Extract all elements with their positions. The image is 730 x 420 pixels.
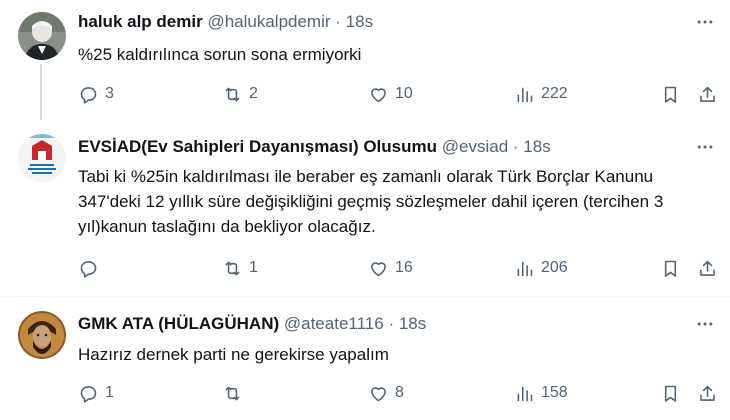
share-icon xyxy=(700,260,715,276)
avatar[interactable] xyxy=(18,12,66,60)
reply-icon xyxy=(80,385,97,403)
more-button[interactable] xyxy=(694,136,716,158)
tweet-header: haluk alp demir @halukalpdemir · 18s xyxy=(78,11,690,33)
like-button[interactable]: 10 xyxy=(368,82,413,106)
more-icon xyxy=(697,20,713,24)
retweet-icon xyxy=(225,261,240,275)
action-bar: 3 2 10 222 xyxy=(0,82,730,106)
display-name[interactable]: GMK ATA (HÜLAGÜHAN) xyxy=(78,314,279,333)
retweet-icon xyxy=(225,386,240,400)
tweet-3[interactable]: GMK ATA (HÜLAGÜHAN) @ateate1116 · 18s Ha… xyxy=(0,297,730,420)
more-button[interactable] xyxy=(694,313,716,335)
more-icon xyxy=(697,322,713,326)
reply-icon xyxy=(80,260,97,278)
share-button[interactable] xyxy=(697,256,718,280)
share-button[interactable] xyxy=(697,82,718,106)
tweet-header: GMK ATA (HÜLAGÜHAN) @ateate1116 · 18s xyxy=(78,313,690,335)
retweet-count: 2 xyxy=(249,85,258,102)
views-button[interactable]: 222 xyxy=(514,82,568,106)
share-icon xyxy=(700,385,715,401)
views-icon xyxy=(517,87,533,102)
separator-dot: · xyxy=(512,137,519,156)
bookmark-button[interactable] xyxy=(660,82,681,106)
share-icon xyxy=(700,86,715,102)
separator-dot: · xyxy=(335,12,341,31)
user-handle[interactable]: @ateate1116 xyxy=(284,314,384,333)
reply-icon xyxy=(80,86,97,104)
more-button[interactable] xyxy=(694,11,716,33)
user-handle[interactable]: @evsiad xyxy=(442,137,508,156)
reply-button[interactable]: 3 xyxy=(78,82,114,106)
tweet-2[interactable]: EVSİAD(Ev Sahipleri Dayanışması) Olusumu… xyxy=(0,120,730,296)
timestamp[interactable]: 18s xyxy=(346,12,373,31)
bookmark-icon xyxy=(664,385,677,402)
views-button[interactable]: 158 xyxy=(514,381,568,405)
avatar[interactable] xyxy=(18,134,66,182)
like-count: 16 xyxy=(395,259,413,276)
retweet-button[interactable] xyxy=(222,381,249,405)
retweet-button[interactable]: 1 xyxy=(222,256,258,280)
views-icon xyxy=(517,386,533,401)
reply-count: 3 xyxy=(105,85,114,102)
like-icon xyxy=(371,87,386,102)
like-icon xyxy=(371,386,386,401)
views-count: 158 xyxy=(541,384,568,401)
tweet-text: Tabi ki %25in kaldırılması ile beraber e… xyxy=(78,167,664,236)
views-count: 206 xyxy=(541,259,568,276)
retweet-icon xyxy=(225,87,240,101)
tweet-header: EVSİAD(Ev Sahipleri Dayanışması) Olusumu… xyxy=(78,136,690,158)
avatar[interactable] xyxy=(18,311,66,359)
views-count: 222 xyxy=(541,85,568,102)
like-count: 8 xyxy=(395,384,404,401)
timestamp[interactable]: 18s xyxy=(523,137,550,156)
separator-dot: · xyxy=(388,314,395,333)
like-count: 10 xyxy=(395,85,413,102)
display-name[interactable]: EVSİAD(Ev Sahipleri Dayanışması) Olusumu xyxy=(78,137,437,156)
like-button[interactable]: 8 xyxy=(368,381,404,405)
reply-button[interactable]: 1 xyxy=(78,381,114,405)
reply-button[interactable] xyxy=(78,256,105,280)
retweet-button[interactable]: 2 xyxy=(222,82,258,106)
like-button[interactable]: 16 xyxy=(368,256,413,280)
tweet-text: Hazırız dernek parti ne gerekirse yapalı… xyxy=(78,345,389,364)
user-handle[interactable]: @halukalpdemir xyxy=(207,12,330,31)
display-name[interactable]: haluk alp demir xyxy=(78,12,203,31)
action-bar: 1 16 206 xyxy=(0,256,730,280)
action-bar: 1 8 158 xyxy=(0,381,730,405)
share-button[interactable] xyxy=(697,381,718,405)
tweet-text: %25 kaldırılınca sorun sona ermiyorki xyxy=(78,45,362,64)
bookmark-icon xyxy=(664,260,677,277)
bookmark-button[interactable] xyxy=(660,256,681,280)
bookmark-icon xyxy=(664,86,677,103)
views-button[interactable]: 206 xyxy=(514,256,568,280)
bookmark-button[interactable] xyxy=(660,381,681,405)
more-icon xyxy=(697,145,713,149)
like-icon xyxy=(371,261,386,276)
reply-count: 1 xyxy=(105,384,114,401)
tweet-1[interactable]: haluk alp demir @halukalpdemir · 18s %25… xyxy=(0,0,730,120)
views-icon xyxy=(517,261,533,276)
timestamp[interactable]: 18s xyxy=(399,314,426,333)
retweet-count: 1 xyxy=(249,259,258,276)
